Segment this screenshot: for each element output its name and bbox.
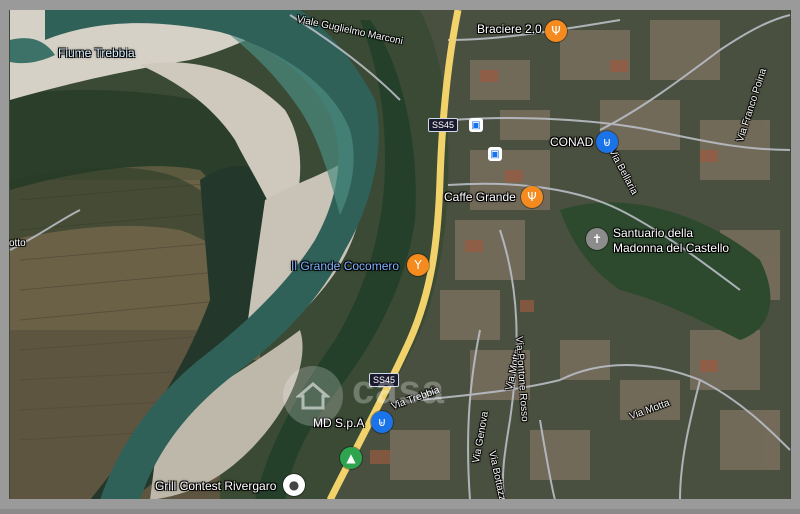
poi-label-santuario-line2[interactable]: Madonna del Castello <box>613 241 729 255</box>
river-label: Fiume Trebbia <box>58 46 135 60</box>
road-shield-ss45: SS45 <box>428 118 459 132</box>
restaurant-icon[interactable]: Ψ <box>521 186 543 208</box>
poi-label-conad[interactable]: CONAD <box>550 135 593 149</box>
watermark-logo-icon <box>283 366 343 426</box>
bus-stop-icon[interactable]: ▣ <box>488 147 502 161</box>
satellite-map[interactable]: SS45 SS45 ▣ ▣ Fiume Trebbia Viale Guglie… <box>0 0 800 509</box>
shopping-cart-icon[interactable]: ⊌ <box>596 131 618 153</box>
place-pin-icon[interactable]: ● <box>283 474 305 496</box>
poi-label-grill-contest[interactable]: Grill Contest Rivergaro <box>155 479 276 493</box>
poi-label-caffe-grande[interactable]: Caffe Grande <box>444 190 516 204</box>
poi-label-grande-cocomero[interactable]: Il Grande Cocomero <box>291 259 399 273</box>
park-tree-icon[interactable]: ▲ <box>340 447 362 469</box>
church-cross-icon[interactable]: ✝ <box>586 228 608 250</box>
bus-stop-icon[interactable]: ▣ <box>469 118 483 132</box>
shopping-cart-icon[interactable]: ⊌ <box>371 411 393 433</box>
cocktail-bar-icon[interactable]: Y <box>407 254 429 276</box>
poi-label-santuario-line1[interactable]: Santuario della <box>613 226 693 240</box>
watermark-text: casa <box>352 368 445 412</box>
poi-label-braciere[interactable]: Braciere 2.0 <box>477 22 542 36</box>
restaurant-icon[interactable]: Ψ <box>545 20 567 42</box>
street-label-partial: otto <box>9 238 26 249</box>
